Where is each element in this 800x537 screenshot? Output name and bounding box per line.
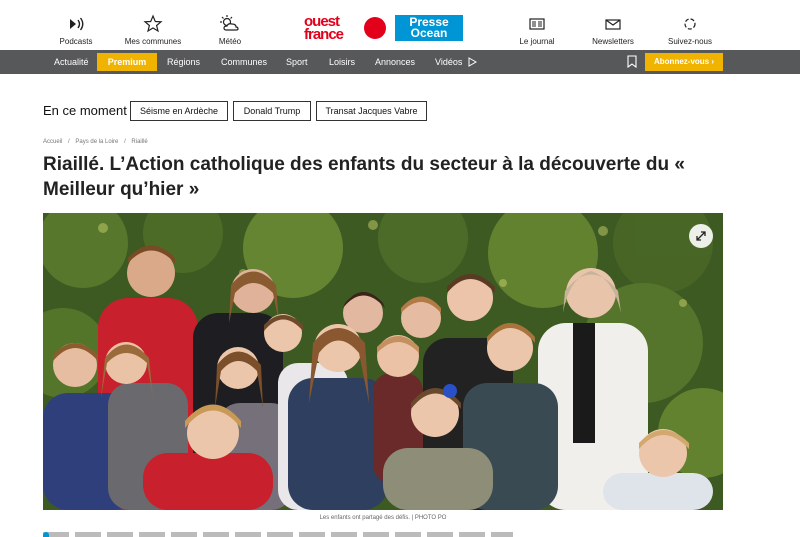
ouest-france-logo[interactable]: ouest france (304, 14, 386, 42)
bookmark-icon[interactable] (627, 55, 637, 68)
podcast-icon (70, 17, 84, 31)
nav-loisirs[interactable]: Loisirs (329, 50, 355, 74)
mes-communes-label: Mes communes (124, 37, 182, 46)
presse-ocean-logo-line2: Ocean (410, 26, 448, 40)
weather-icon (220, 15, 239, 31)
le-journal-link[interactable]: Le journal (497, 14, 577, 46)
newspaper-icon (529, 18, 545, 30)
main-nav: Actualité Premium Régions Communes Sport… (0, 50, 800, 74)
social-icon (684, 18, 696, 30)
nav-premium[interactable]: Premium (97, 53, 157, 71)
presse-ocean-logo[interactable]: Presse Ocean (395, 15, 463, 41)
nav-sport[interactable]: Sport (286, 50, 308, 74)
podcasts-label: Podcasts (59, 37, 93, 46)
nav-actualite[interactable]: Actualité (54, 50, 89, 74)
nav-videos[interactable]: Vidéos (435, 50, 462, 74)
newsletters-label: Newsletters (592, 37, 634, 46)
nav-regions[interactable]: Régions (167, 50, 200, 74)
breadcrumb-separator: / (124, 139, 126, 145)
breadcrumb: Accueil / Pays de la Loire / Riaillé (43, 139, 152, 145)
article-text-preview (43, 532, 513, 537)
trending-chip-seisme[interactable]: Séisme en Ardèche (130, 101, 228, 121)
expand-photo-button[interactable] (689, 224, 713, 248)
suivez-nous-label: Suivez-nous (667, 37, 713, 46)
article-headline: Riaillé. L’Action catholique des enfants… (43, 154, 685, 200)
newsletters-link[interactable]: Newsletters (573, 14, 653, 46)
trending-chip-transat[interactable]: Transat Jacques Vabre (316, 101, 427, 121)
podcasts-link[interactable]: Podcasts (36, 14, 116, 46)
group-photo-image (43, 213, 723, 510)
star-icon (143, 14, 163, 33)
photo-caption: Les enfants ont partagé des défis. | PHO… (319, 515, 447, 521)
subscribe-button[interactable]: Abonnez-vous › (645, 53, 723, 71)
breadcrumb-separator: / (68, 139, 70, 145)
le-journal-label: Le journal (519, 37, 555, 46)
breadcrumb-home[interactable]: Accueil (43, 139, 62, 145)
top-header: Podcasts Mes communes Météo ouest france… (0, 0, 800, 50)
meteo-link[interactable]: Météo (190, 14, 270, 46)
trending-title: En ce moment (43, 103, 127, 118)
article-photo[interactable] (43, 213, 723, 510)
ouest-france-logo-mark-icon (364, 17, 386, 39)
envelope-icon (605, 19, 621, 30)
play-icon (468, 57, 477, 67)
suivez-nous-link[interactable]: Suivez-nous (650, 14, 730, 46)
breadcrumb-region[interactable]: Pays de la Loire (75, 139, 118, 145)
author-dot-icon (43, 532, 49, 537)
nav-communes[interactable]: Communes (221, 50, 267, 74)
expand-icon (696, 231, 706, 241)
breadcrumb-city[interactable]: Riaillé (131, 139, 147, 145)
meteo-label: Météo (218, 37, 242, 46)
mes-communes-link[interactable]: Mes communes (113, 14, 193, 46)
ouest-france-logo-line2: france (304, 26, 344, 43)
trending-chip-trump[interactable]: Donald Trump (233, 101, 311, 121)
nav-annonces[interactable]: Annonces (375, 50, 415, 74)
